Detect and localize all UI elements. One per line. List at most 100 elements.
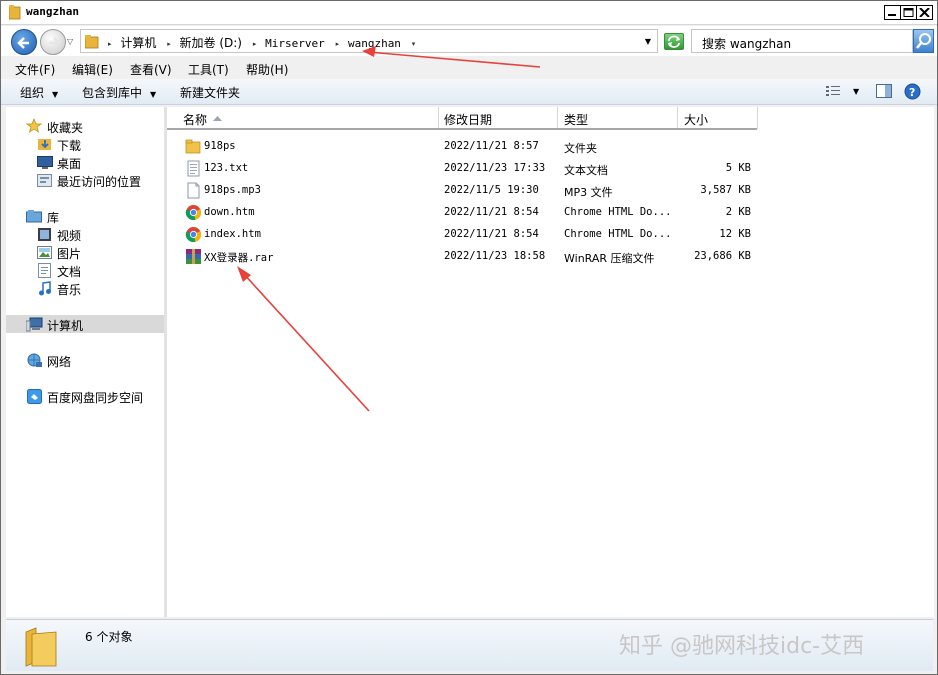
sidebar-item-pictures[interactable]: 图片 — [6, 243, 164, 261]
sidebar-item-downloads[interactable]: 下载 — [6, 135, 164, 153]
folder-icon — [85, 35, 99, 49]
file-list-pane: 名称 修改日期 类型 大小 918ps 2022/11/21 8:57 文件夹 … — [167, 107, 934, 617]
file-row[interactable]: 123.txt 2022/11/23 17:33 文本文档 5 KB — [167, 158, 767, 180]
library-icon — [26, 210, 42, 223]
search-placeholder: 搜索 wangzhan — [702, 37, 792, 51]
chevron-down-icon[interactable]: ▾ — [412, 40, 416, 48]
search-button[interactable] — [913, 29, 934, 53]
new-folder-button[interactable]: 新建文件夹 — [180, 84, 240, 101]
file-size: 23,686 KB — [694, 250, 751, 262]
sidebar-label: 库 — [47, 211, 60, 225]
window-title: wangzhan — [26, 5, 79, 18]
column-header-size[interactable]: 大小 — [678, 107, 758, 129]
minimize-button[interactable] — [884, 5, 901, 20]
sidebar-item-baidu-sync[interactable]: 百度网盘同步空间 — [6, 387, 164, 405]
sidebar-item-computer[interactable]: 计算机 — [6, 315, 164, 333]
chevron-right-icon[interactable]: ▸ — [108, 40, 112, 48]
chrome-icon — [185, 205, 202, 221]
folder-icon — [185, 139, 201, 154]
address-history-dropdown[interactable]: ▼ — [645, 37, 651, 46]
back-button[interactable] — [11, 29, 37, 55]
search-input[interactable]: 搜索 wangzhan — [691, 29, 913, 53]
menu-tools[interactable]: 工具(T) — [188, 61, 229, 78]
column-size-label: 大小 — [684, 113, 709, 127]
close-button[interactable] — [916, 5, 933, 20]
file-row[interactable]: XX登录器.rar 2022/11/23 18:58 WinRAR 压缩文件 2… — [167, 246, 767, 268]
watermark-text: 知乎 @驰网科技idc-艾西 — [619, 634, 865, 659]
close-icon — [919, 8, 930, 17]
file-name: XX登录器.rar — [204, 252, 274, 264]
file-size: 12 KB — [719, 228, 751, 240]
refresh-button[interactable] — [664, 33, 684, 50]
sidebar-label: 桌面 — [57, 157, 82, 171]
arrow-right-icon — [49, 37, 61, 49]
column-header-type[interactable]: 类型 — [558, 107, 678, 129]
column-header-date[interactable]: 修改日期 — [439, 107, 558, 129]
sidebar-item-videos[interactable]: 视频 — [6, 225, 164, 243]
sort-ascending-icon — [213, 116, 222, 121]
view-dropdown-chevron-icon[interactable]: ▼ — [853, 87, 859, 96]
maximize-icon — [903, 8, 914, 17]
header-divider — [167, 128, 757, 130]
preview-pane-icon[interactable] — [876, 84, 893, 99]
sidebar-item-network[interactable]: 网络 — [6, 351, 164, 369]
sidebar-label: 文档 — [57, 265, 82, 279]
chevron-right-icon[interactable]: ▸ — [336, 40, 340, 48]
sidebar-item-documents[interactable]: 文档 — [6, 261, 164, 279]
address-box[interactable]: ▸ 计算机 ▸ 新加卷 (D:) ▸ Mirserver ▸ wangzhan … — [80, 29, 658, 53]
breadcrumb-item-mirserver[interactable]: Mirserver — [265, 37, 325, 50]
sidebar-label: 最近访问的位置 — [57, 175, 142, 189]
column-header-name[interactable]: 名称 — [167, 107, 439, 129]
menu-file[interactable]: 文件(F) — [15, 61, 55, 78]
file-name: index.htm — [204, 228, 261, 240]
chevron-right-icon[interactable]: ▸ — [253, 40, 257, 48]
file-type: MP3 文件 — [564, 186, 613, 199]
chevron-right-icon[interactable]: ▸ — [167, 40, 171, 48]
video-icon — [38, 228, 51, 241]
file-row[interactable]: 918ps 2022/11/21 8:57 文件夹 — [167, 136, 767, 158]
forward-button[interactable] — [40, 29, 66, 55]
file-type: 文本文档 — [564, 164, 608, 177]
view-options-icon[interactable] — [825, 84, 841, 98]
file-date: 2022/11/21 8:54 — [444, 206, 539, 218]
sidebar-label: 下载 — [57, 139, 82, 153]
maximize-button[interactable] — [900, 5, 917, 20]
file-row[interactable]: index.htm 2022/11/21 8:54 Chrome HTML Do… — [167, 224, 767, 246]
blank-file-icon — [187, 182, 200, 199]
sidebar-item-music[interactable]: 音乐 — [6, 279, 164, 297]
sidebar-item-desktop[interactable]: 桌面 — [6, 153, 164, 171]
menu-edit[interactable]: 编辑(E) — [72, 61, 113, 78]
navigation-pane: 收藏夹 下载 桌面 最近访问的位置 库 视频 图片 文档 音乐 计算机 网络 百… — [6, 107, 164, 617]
recent-places-icon — [37, 174, 52, 187]
file-date: 2022/11/5 19:30 — [444, 184, 539, 196]
file-size: 5 KB — [725, 162, 751, 174]
file-size: 3,587 KB — [700, 184, 751, 196]
winrar-icon — [186, 249, 201, 264]
file-row[interactable]: down.htm 2022/11/21 8:54 Chrome HTML Do.… — [167, 202, 767, 224]
breadcrumb-item-drive[interactable]: 新加卷 (D:) — [180, 34, 242, 51]
computer-icon — [26, 317, 43, 332]
sidebar-label: 音乐 — [57, 283, 82, 297]
sidebar-item-favorites[interactable]: 收藏夹 — [6, 117, 164, 135]
include-library-button[interactable]: 包含到库中 ▼ — [82, 84, 156, 101]
folder-icon — [9, 5, 21, 20]
arrow-left-icon — [17, 37, 29, 49]
document-icon — [38, 263, 51, 278]
menu-view[interactable]: 查看(V) — [130, 61, 172, 78]
text-file-icon — [187, 160, 200, 177]
breadcrumb-item-wangzhan[interactable]: wangzhan — [348, 37, 401, 50]
folder-icon — [25, 627, 57, 667]
recent-pages-dropdown[interactable]: ▽ — [67, 37, 73, 46]
file-row[interactable]: 918ps.mp3 2022/11/5 19:30 MP3 文件 3,587 K… — [167, 180, 767, 202]
sidebar-item-recent[interactable]: 最近访问的位置 — [6, 171, 164, 189]
breadcrumb-item-computer[interactable]: 计算机 — [120, 34, 156, 51]
desktop-icon — [37, 156, 53, 169]
menu-help[interactable]: 帮助(H) — [246, 61, 288, 78]
sidebar-item-libraries[interactable]: 库 — [6, 207, 164, 225]
refresh-icon — [668, 35, 680, 48]
help-icon[interactable]: ? — [904, 83, 921, 100]
file-date: 2022/11/21 8:54 — [444, 228, 539, 240]
organize-button[interactable]: 组织 ▼ — [20, 84, 58, 101]
chrome-icon — [185, 227, 202, 243]
explorer-window: wangzhan ▽ ▸ 计算机 ▸ 新加卷 (D:) ▸ Mirserver … — [0, 0, 938, 675]
